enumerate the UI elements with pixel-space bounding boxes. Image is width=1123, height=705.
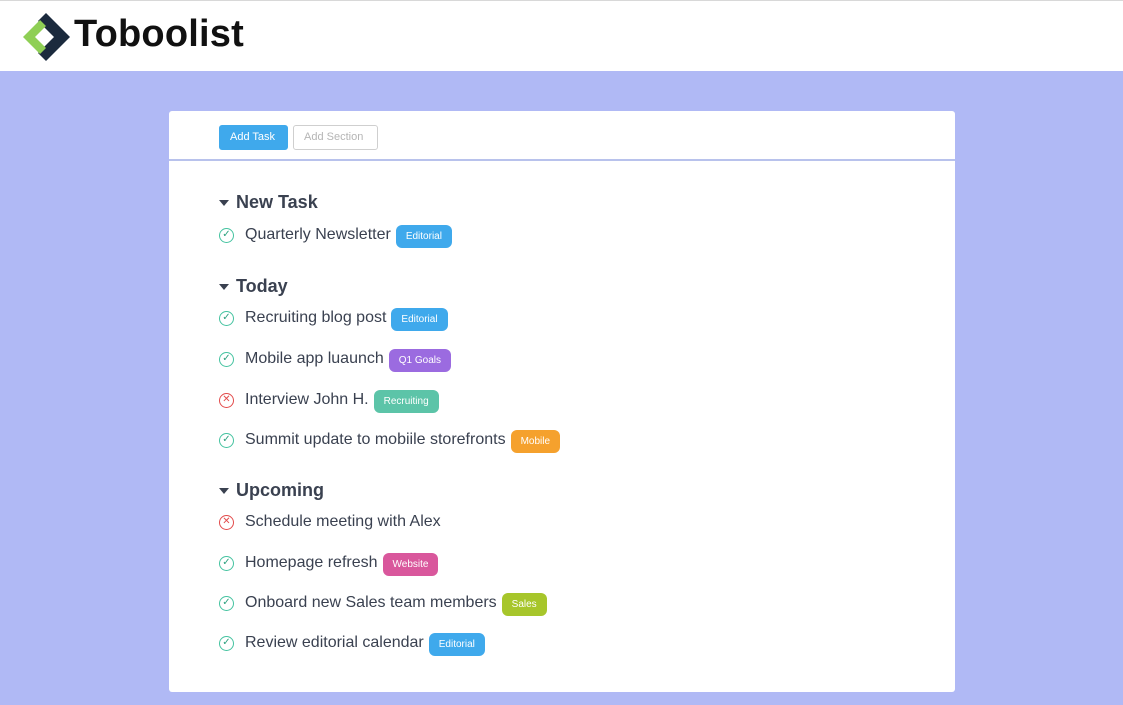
task-row[interactable]: ✓ Onboard new Sales team members Sales — [219, 591, 547, 616]
task-tag-badge[interactable]: Q1 Goals — [388, 348, 452, 372]
check-circle-icon[interactable]: ✓ — [219, 555, 234, 571]
task-row[interactable]: ✕ Interview John H. Recruiting — [219, 388, 439, 413]
section-header[interactable]: Upcoming — [219, 480, 324, 501]
add-task-button[interactable]: Add Task — [219, 125, 288, 150]
caret-down-icon[interactable] — [219, 199, 229, 206]
check-circle-icon[interactable]: ✓ — [219, 310, 234, 326]
toboolist-logo-icon — [23, 13, 70, 61]
check-circle-icon[interactable]: ✓ — [219, 635, 234, 651]
app-logo-text[interactable]: Toboolist — [74, 13, 244, 56]
task-tag-badge[interactable]: Recruiting — [373, 389, 439, 413]
caret-down-icon[interactable] — [219, 283, 229, 290]
check-circle-icon[interactable]: ✓ — [219, 351, 234, 367]
task-list-card: Add Task Add Section New Task ✓ Quarterly … — [169, 111, 955, 692]
task-row[interactable]: ✓ Mobile app luaunch Q1 Goals — [219, 347, 452, 372]
task-label: Onboard new Sales team members — [245, 594, 497, 611]
task-label: Homepage refresh — [245, 554, 378, 571]
task-tag-badge[interactable]: Editorial — [395, 224, 452, 248]
task-tag-badge[interactable]: Editorial — [391, 307, 448, 331]
check-circle-icon[interactable]: ✓ — [219, 432, 234, 448]
task-tag-badge[interactable]: Editorial — [428, 632, 485, 656]
check-circle-icon[interactable]: ✓ — [219, 595, 234, 611]
task-tag-badge[interactable]: Website — [382, 552, 439, 576]
task-label: Mobile app luaunch — [245, 350, 384, 367]
task-tag-badge[interactable]: Sales — [501, 592, 547, 616]
section-title: Today — [236, 276, 288, 296]
task-row[interactable]: ✓ Quarterly Newsletter Editorial — [219, 223, 452, 248]
section-header[interactable]: Today — [219, 276, 288, 297]
task-row[interactable]: ✓ Summit update to mobiile storefronts Mob… — [219, 428, 561, 453]
task-label: Quarterly Newsletter — [245, 226, 391, 243]
task-label: Review editorial calendar — [245, 634, 424, 651]
section-header[interactable]: New Task — [219, 192, 318, 213]
task-label: Summit update to mobiile storefronts — [245, 431, 506, 448]
section-title: New Task — [236, 192, 318, 212]
task-row[interactable]: ✓ Review editorial calendar Editorial — [219, 631, 485, 656]
add-section-button[interactable]: Add Section — [293, 125, 378, 150]
task-label: Interview John H. — [245, 391, 369, 408]
task-row[interactable]: ✓ Recruiting blog post Editorial — [219, 306, 448, 331]
task-tag-badge[interactable]: Mobile — [510, 429, 561, 453]
check-circle-icon[interactable]: ✓ — [219, 227, 234, 243]
x-circle-icon[interactable]: ✕ — [219, 392, 234, 408]
section-title: Upcoming — [236, 480, 324, 500]
task-row[interactable]: ✕ Schedule meeting with Alex — [219, 510, 441, 534]
x-circle-icon[interactable]: ✕ — [219, 514, 234, 530]
app-header: Toboolist — [0, 0, 1123, 71]
caret-down-icon[interactable] — [219, 487, 229, 494]
task-row[interactable]: ✓ Homepage refresh Website — [219, 551, 439, 576]
toolbar: Add Task Add Section — [169, 111, 955, 161]
task-label: Schedule meeting with Alex — [245, 513, 441, 530]
task-label: Recruiting blog post — [245, 309, 387, 326]
